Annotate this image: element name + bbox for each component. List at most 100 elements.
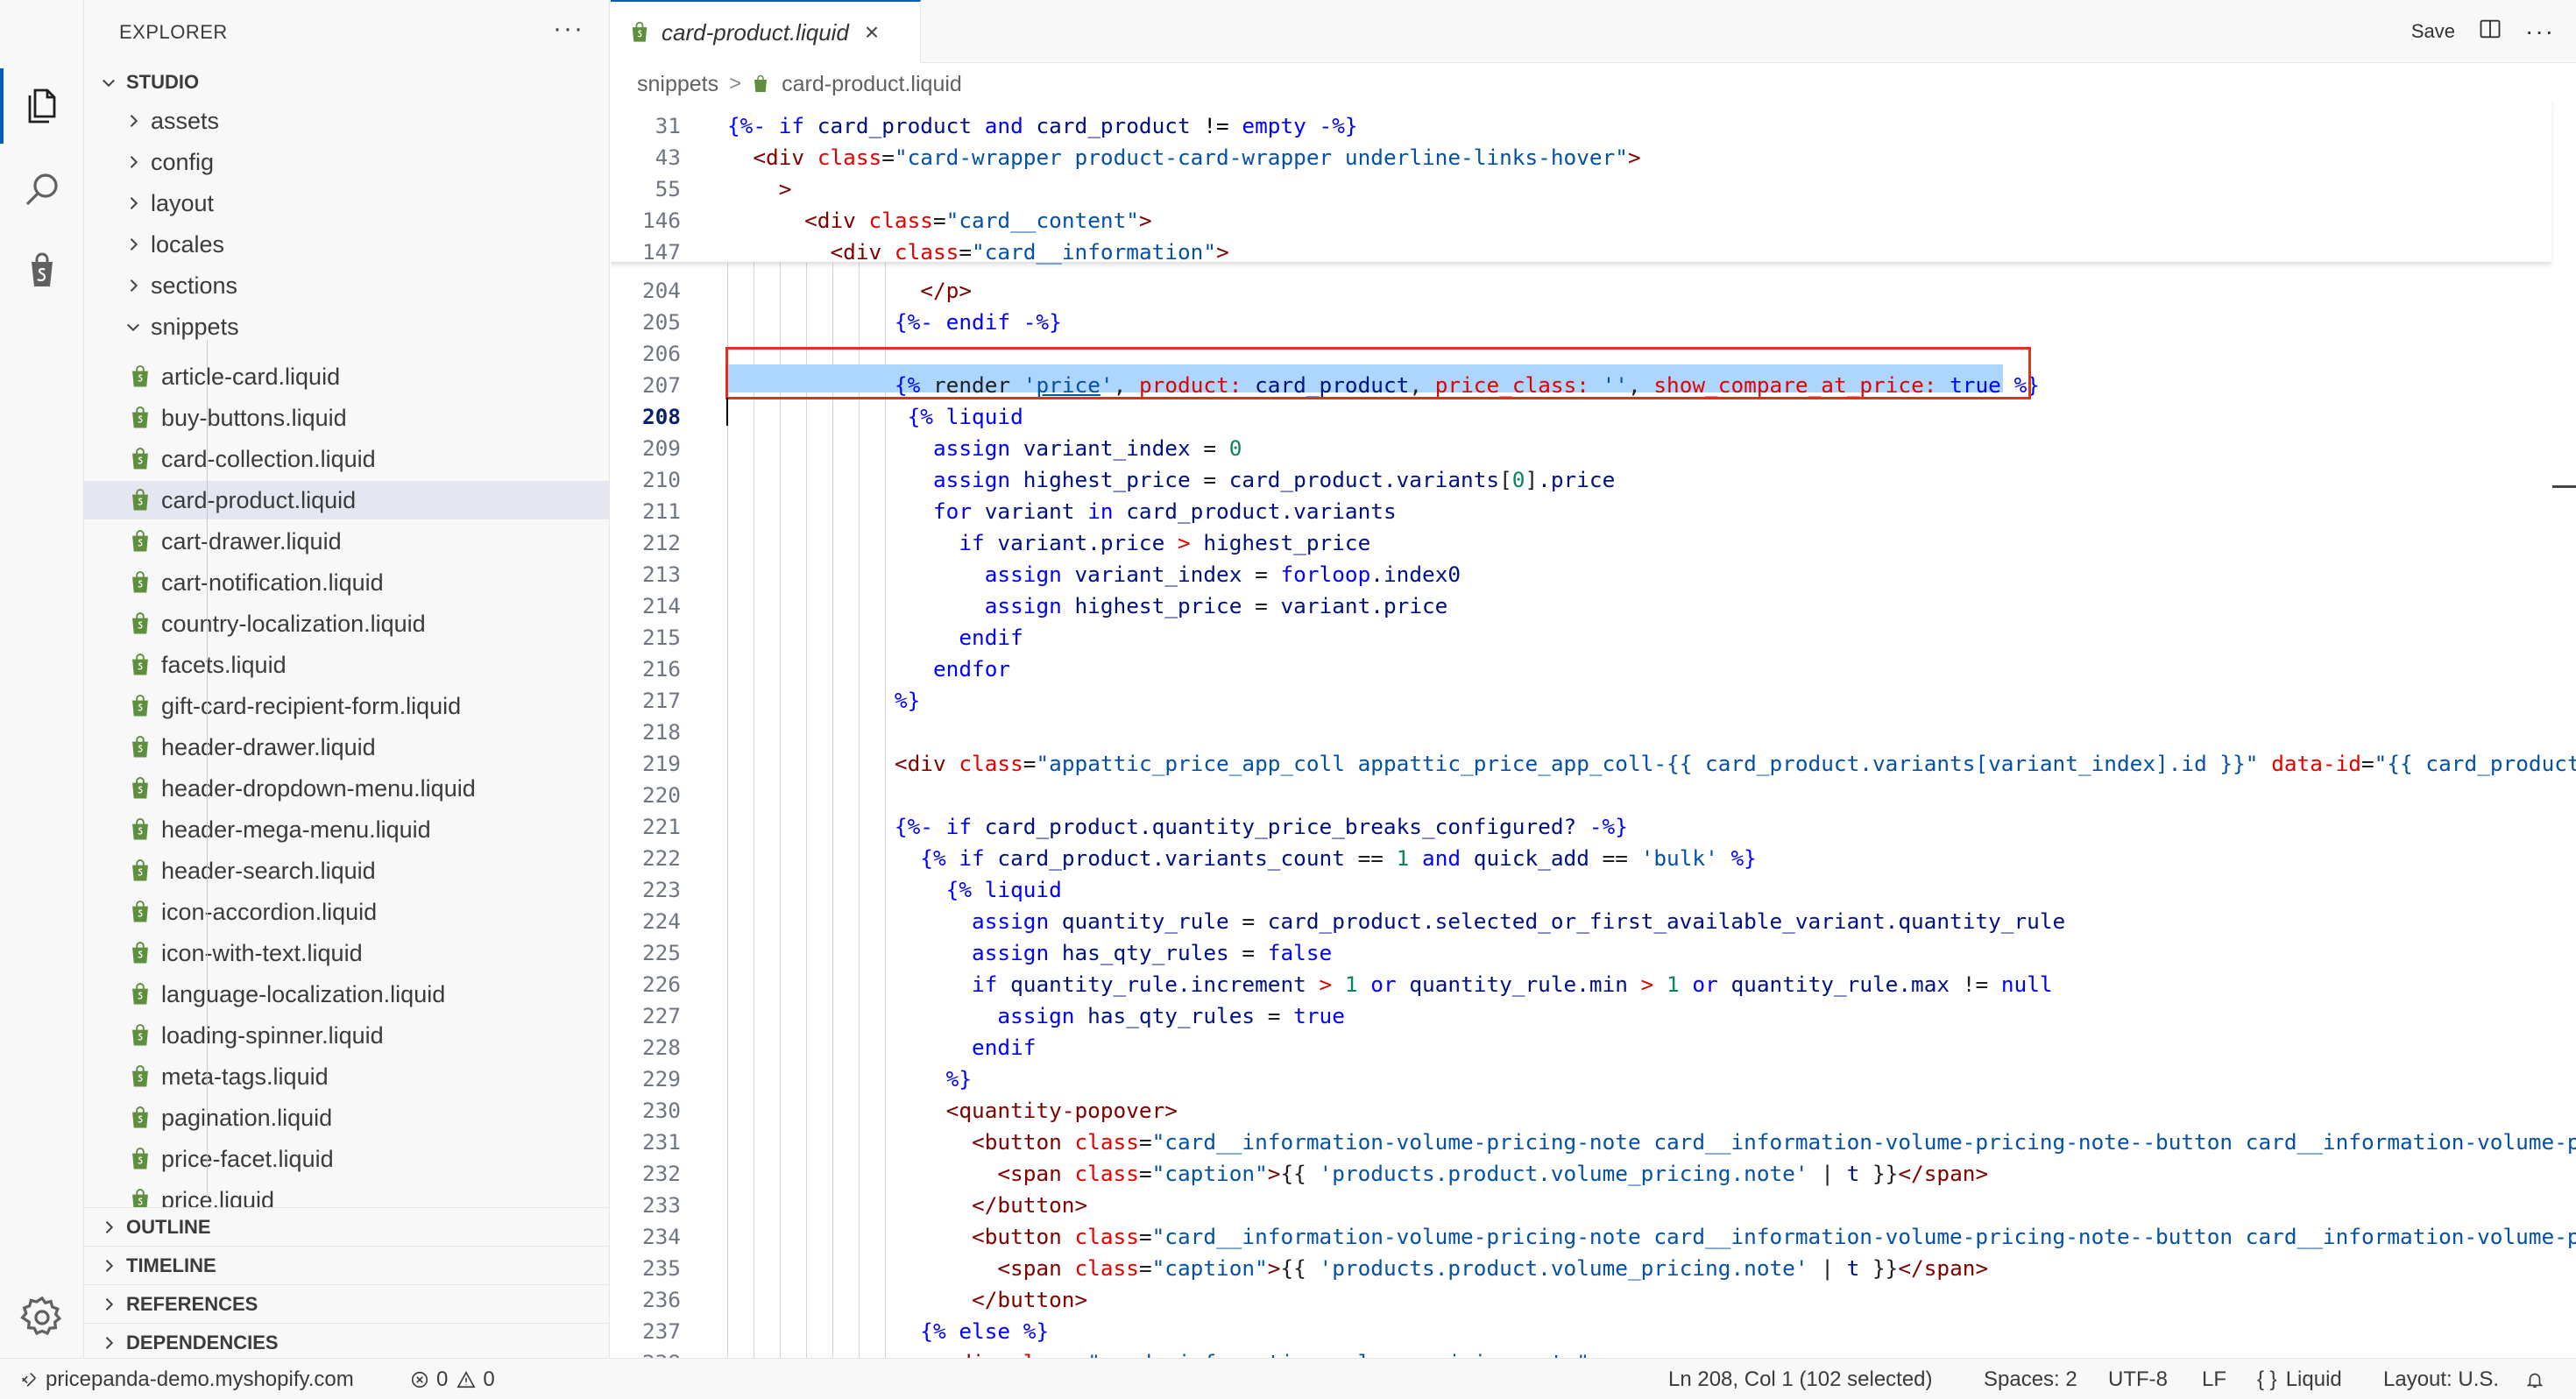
file-item[interactable]: icon-accordion.liquid [84,893,609,931]
file-item[interactable]: gift-card-recipient-form.liquid [84,687,609,725]
sticky-line[interactable]: 146 <div class="card__content"> [611,205,2576,237]
file-item[interactable]: header-search.liquid [84,851,609,890]
shopify-button[interactable] [0,233,84,308]
indentation[interactable]: Spaces: 2 [1984,1359,2077,1399]
code-line[interactable]: 212 if variant.price > highest_price [611,527,2576,559]
code-line[interactable]: 225 assign has_qty_rules = false [611,937,2576,969]
code-line[interactable]: 221 {%- if card_product.quantity_price_b… [611,811,2576,843]
code-line[interactable]: 228 endif [611,1032,2576,1063]
file-item[interactable]: loading-spinner.liquid [84,1016,609,1055]
remote-indicator[interactable]: pricepanda-demo.myshopify.com [19,1359,354,1399]
file-item[interactable]: cart-notification.liquid [84,563,609,602]
file-item[interactable]: header-dropdown-menu.liquid [84,769,609,808]
folder-sections[interactable]: sections [84,266,609,305]
code-line[interactable]: 230 <quantity-popover> [611,1095,2576,1127]
tab-close-button[interactable]: × [865,18,879,46]
code-line[interactable]: 214 assign highest_price = variant.price [611,590,2576,622]
code-line[interactable]: 222 {% if card_product.variants_count ==… [611,843,2576,874]
code-line[interactable]: 231 <button class="card__information-vol… [611,1127,2576,1158]
warning-icon [456,1370,476,1388]
code-line[interactable]: 236 </button> [611,1284,2576,1316]
code-line[interactable]: 209 assign variant_index = 0 [611,433,2576,464]
code-line[interactable]: 210 assign highest_price = card_product.… [611,464,2576,496]
problems-indicator[interactable]: 0 0 [410,1359,495,1399]
toolbar-button[interactable] [0,68,84,144]
save-button[interactable]: Save [2411,20,2455,43]
folder-config[interactable]: config [84,143,609,181]
panel-dependencies[interactable]: DEPENDENCIES [84,1323,609,1358]
editor-more-button[interactable]: ··· [2525,18,2555,46]
language-mode[interactable]: { } Liquid [2257,1359,2342,1399]
folder-layout[interactable]: layout [84,184,609,223]
file-item[interactable]: icon-with-text.liquid [84,934,609,972]
code-line[interactable]: 227 assign has_qty_rules = true [611,1000,2576,1032]
breadcrumb-file[interactable]: card-product.liquid [782,72,962,97]
file-item[interactable]: meta-tags.liquid [84,1057,609,1096]
code-line[interactable]: 238 <div class="card__information-volume… [611,1347,2576,1358]
code-line[interactable]: 217 %} [611,685,2576,717]
file-item[interactable]: header-drawer.liquid [84,728,609,767]
code-line[interactable]: 216 endfor [611,654,2576,685]
code-line[interactable]: 215 endif [611,622,2576,654]
code-line[interactable]: 235 <span class="caption">{{ 'products.p… [611,1253,2576,1284]
code-line[interactable]: 205 {%- endif -%} [611,307,2576,338]
code-line[interactable]: 219 <div class="appattic_price_app_coll … [611,748,2576,780]
line-code: {%- endif -%} [894,309,1062,335]
sticky-line[interactable]: 31 {%- if card_product and card_product !… [611,110,2576,142]
search-button[interactable] [0,152,84,228]
file-item[interactable]: facets.liquid [84,646,609,684]
file-item[interactable]: pagination.liquid [84,1099,609,1137]
panel-timeline[interactable]: TIMELINE [84,1246,609,1284]
code-line[interactable]: 234 <button class="card__information-vol… [611,1221,2576,1253]
code-editor[interactable]: 204 </p> 205 {%- endif -%} 206 207 {% rende… [611,100,2576,1358]
file-label: cart-drawer.liquid [161,527,342,555]
file-item[interactable]: cart-drawer.liquid [84,522,609,561]
shopify-file-icon [126,445,154,473]
notifications-button[interactable] [2525,1359,2551,1399]
file-item[interactable]: language-localization.liquid [84,975,609,1014]
file-item[interactable]: article-card.liquid [84,357,609,396]
code-line[interactable]: 229 %} [611,1063,2576,1095]
breadcrumb-folder[interactable]: snippets [637,72,718,97]
file-item[interactable]: buy-buttons.liquid [84,399,609,437]
folder-locales[interactable]: locales [84,225,609,264]
file-item[interactable]: header-mega-menu.liquid [84,810,609,849]
sticky-scroll-header[interactable]: 31 {%- if card_product and card_product !… [611,100,2551,265]
code-line[interactable]: 224 assign quantity_rule = card_product.… [611,906,2576,937]
file-item[interactable]: card-collection.liquid [84,440,609,478]
code-line[interactable]: 226 if quantity_rule.increment > 1 or qu… [611,969,2576,1000]
line-code: if variant.price > highest_price [959,530,1371,555]
file-item[interactable]: country-localization.liquid [84,604,609,643]
code-line[interactable]: 208 {% liquid [611,401,2576,433]
code-line[interactable]: 213 assign variant_index = forloop.index… [611,559,2576,590]
code-line[interactable]: 220 [611,780,2576,811]
tab-card-product[interactable]: card-product.liquid × [611,0,921,63]
file-item[interactable]: price-facet.liquid [84,1140,609,1178]
encoding[interactable]: UTF-8 [2108,1359,2168,1399]
folder-assets[interactable]: assets [84,102,609,140]
line-number: 225 [641,940,681,965]
panel-outline[interactable]: OUTLINE [84,1207,609,1246]
code-line[interactable]: 233 </button> [611,1190,2576,1221]
code-line[interactable]: 223 {% liquid [611,874,2576,906]
sticky-line[interactable]: 147 <div class="card__information"> [611,237,2576,268]
code-line[interactable]: 211 for variant in card_product.variants [611,496,2576,527]
code-line[interactable]: 218 [611,717,2576,748]
code-line[interactable]: 204 </p> [611,275,2576,307]
status-bar: pricepanda-demo.myshopify.com 0 0 Ln 208… [0,1358,2576,1399]
code-line[interactable]: 237 {% else %} [611,1316,2576,1347]
explorer-more-button[interactable]: ··· [553,14,584,44]
folder-snippets[interactable]: snippets [84,307,609,346]
sticky-line[interactable]: 55 > [611,173,2576,205]
end-of-line[interactable]: LF [2202,1359,2226,1399]
workspace-root[interactable]: STUDIO [84,63,609,102]
file-item[interactable]: card-product.liquid [84,481,609,519]
split-editor-button[interactable] [2478,17,2502,46]
panel-references[interactable]: REFERENCES [84,1284,609,1323]
keyboard-layout[interactable]: Layout: U.S. [2383,1359,2499,1399]
code-line[interactable]: 232 <span class="caption">{{ 'products.p… [611,1158,2576,1190]
sticky-line[interactable]: 43 <div class="card-wrapper product-card… [611,142,2576,173]
cursor-position[interactable]: Ln 208, Col 1 (102 selected) [1668,1359,1933,1399]
settings-button[interactable] [18,1293,67,1342]
line-code: </p> [920,278,973,303]
